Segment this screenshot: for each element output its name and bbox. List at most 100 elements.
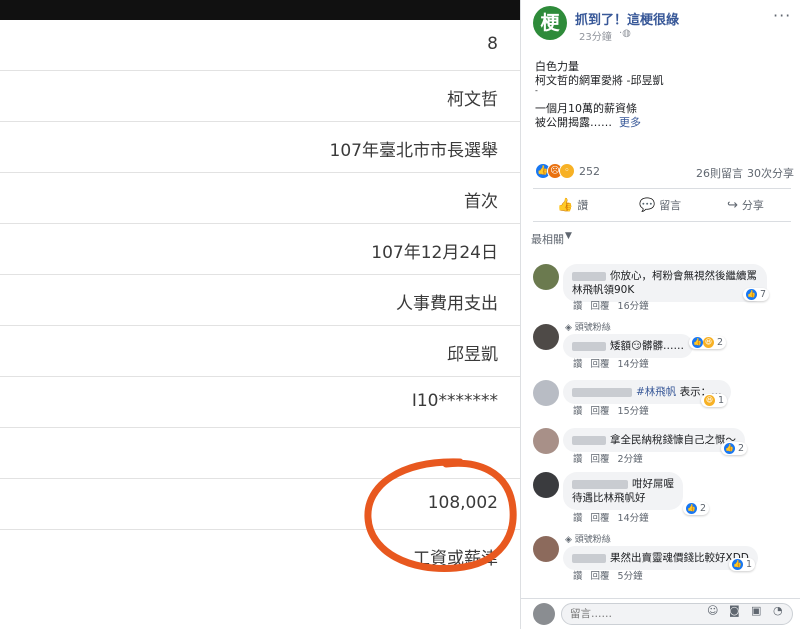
like-icon: 👍: [686, 503, 697, 514]
record-value: I10*******: [411, 391, 498, 411]
emoji-icon[interactable]: ☺: [707, 604, 718, 617]
commenter-avatar[interactable]: [533, 536, 559, 562]
comment-button[interactable]: 💬 留言: [639, 197, 681, 213]
comment-item: 你放心，柯粉會無視然後繼續罵林飛帆領90K 👍 7 讚回覆 16分鐘: [533, 264, 795, 312]
record-value: 108,002: [427, 493, 498, 513]
reaction-count[interactable]: 252: [579, 165, 600, 178]
record-value: 工資或薪津: [413, 549, 498, 569]
post-timestamp[interactable]: 23分鐘: [579, 28, 612, 43]
comment-meta: 讚回覆 14分鐘: [573, 356, 657, 370]
commenter-avatar[interactable]: [533, 472, 559, 498]
comment-time: 2分鐘: [617, 454, 643, 465]
commenter-name[interactable]: [572, 435, 606, 445]
post-text-line: 柯文哲的網軍愛將 -邱昱凱: [535, 74, 664, 87]
comment-reactions[interactable]: 👍 2: [683, 502, 710, 515]
record-row: [0, 428, 520, 479]
comment-meta: 讚回覆 2分鐘: [573, 451, 651, 465]
comment-like-link[interactable]: 讚: [573, 513, 583, 524]
hashtag-link[interactable]: #林飛帆: [636, 386, 676, 398]
haha-icon: 😆: [703, 337, 714, 348]
record-value: 8: [487, 34, 498, 54]
record-row: I10*******: [0, 377, 520, 428]
comment-item: #林飛帆 表示：… 😆 1 讚回覆 15分鐘: [533, 380, 795, 420]
top-fan-badge: ◈ 頭號粉絲: [565, 535, 611, 545]
wow-icon: ◦: [559, 163, 575, 179]
comment-like-link[interactable]: 讚: [573, 454, 583, 465]
reaction-icons[interactable]: 👍 ☹ ◦: [535, 163, 585, 181]
comment-reactions[interactable]: 👍 7: [743, 288, 770, 301]
haha-icon: 😆: [704, 395, 715, 406]
comment-like-link[interactable]: 讚: [573, 406, 583, 417]
comment-reactions[interactable]: 👍 2: [721, 442, 748, 455]
page-name-link[interactable]: 抓到了！這梗很綠: [575, 9, 679, 28]
commenter-name[interactable]: [572, 553, 606, 563]
like-button[interactable]: 👍 讚: [557, 197, 588, 213]
record-row: 柯文哲: [0, 71, 520, 122]
comment-reply-link[interactable]: 回覆: [591, 454, 610, 465]
comment-reply-link[interactable]: 回覆: [591, 513, 610, 524]
comment-icon: 💬: [639, 198, 656, 213]
comment-like-link[interactable]: 讚: [573, 301, 583, 312]
sticker-icon[interactable]: ◔: [773, 604, 783, 617]
comment-reply-link[interactable]: 回覆: [591, 359, 610, 370]
comment-reactions[interactable]: 👍 😆 2: [689, 336, 727, 349]
commenter-avatar[interactable]: [533, 324, 559, 350]
share-count[interactable]: 30次分享: [747, 165, 794, 181]
caret-down-icon[interactable]: ▼: [565, 231, 572, 241]
comment-meta: 讚回覆 5分鐘: [573, 568, 651, 582]
record-panel: 8 柯文哲 107年臺北市市長選舉 首次 107年12月24日 人事費用支出 邱…: [0, 0, 520, 629]
record-row: 8: [0, 20, 520, 71]
comment-like-link[interactable]: 讚: [573, 571, 583, 582]
record-row: 首次: [0, 173, 520, 224]
current-user-avatar[interactable]: [533, 603, 555, 625]
like-icon: 👍: [732, 559, 743, 570]
record-row: 107年12月24日: [0, 224, 520, 275]
reply-bar: ☺ ◙ ▣ ◔: [521, 598, 800, 629]
comment-bubble: 你放心，柯粉會無視然後繼續罵林飛帆領90K: [563, 264, 767, 302]
comment-sort-dropdown[interactable]: 最相關: [531, 231, 564, 247]
like-icon: 👍: [724, 443, 735, 454]
comment-reply-link[interactable]: 回覆: [591, 301, 610, 312]
comment-reply-link[interactable]: 回覆: [591, 406, 610, 417]
comment-reactions[interactable]: 😆 1: [701, 394, 728, 407]
comment-reply-link[interactable]: 回覆: [591, 571, 610, 582]
comment-meta: 讚回覆 16分鐘: [573, 298, 657, 312]
globe-icon: ·◍: [619, 28, 631, 39]
commenter-name[interactable]: [572, 387, 632, 397]
post-text-line: -: [535, 86, 538, 95]
comment-meta: 讚回覆 15分鐘: [573, 403, 657, 417]
record-value: 107年臺北市市長選舉: [329, 141, 498, 161]
record-value: 邱昱凱: [447, 345, 498, 365]
page-avatar[interactable]: 梗: [533, 6, 567, 40]
see-more-link[interactable]: 更多: [619, 114, 641, 130]
record-row: 邱昱凱: [0, 326, 520, 377]
gif-icon[interactable]: ▣: [751, 604, 761, 617]
record-value: 柯文哲: [447, 90, 498, 110]
comment-item: ◈ 頭號粉絲 矮額😏髒髒…… 👍 😆 2 讚回覆 14分鐘: [533, 323, 795, 372]
comment-like-link[interactable]: 讚: [573, 359, 583, 370]
commenter-avatar[interactable]: [533, 380, 559, 406]
more-options-icon[interactable]: ···: [773, 6, 791, 25]
record-value: 107年12月24日: [371, 243, 498, 263]
commenter-name[interactable]: [572, 271, 606, 281]
comment-time: 15分鐘: [617, 406, 649, 417]
top-black-bar: [0, 0, 520, 20]
share-button[interactable]: ↪ 分享: [727, 197, 764, 213]
commenter-name[interactable]: [572, 479, 628, 489]
commenter-name[interactable]: [572, 341, 606, 351]
commenter-avatar[interactable]: [533, 428, 559, 454]
comment-meta: 讚回覆 14分鐘: [573, 510, 657, 524]
comment-time: 16分鐘: [617, 301, 649, 312]
like-icon: 👍: [692, 337, 703, 348]
record-row: 人事費用支出: [0, 275, 520, 326]
record-value: 人事費用支出: [396, 294, 498, 314]
action-bar: 👍 讚 💬 留言 ↪ 分享: [533, 188, 791, 222]
comment-reactions[interactable]: 👍 1: [729, 558, 756, 571]
thumbs-up-icon: 👍: [557, 198, 574, 213]
comment-count[interactable]: 26則留言: [696, 165, 743, 181]
comment-time: 5分鐘: [617, 571, 643, 582]
share-icon: ↪: [727, 198, 738, 213]
camera-icon[interactable]: ◙: [729, 604, 740, 617]
commenter-avatar[interactable]: [533, 264, 559, 290]
comment-time: 14分鐘: [617, 513, 649, 524]
